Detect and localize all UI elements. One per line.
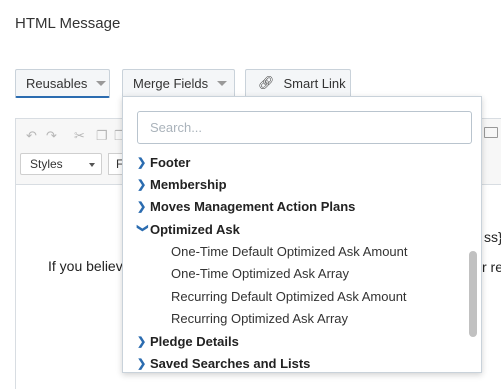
list-item-label: Recurring Default Optimized Ask Amount	[171, 288, 407, 304]
caret-down-icon	[96, 81, 107, 86]
redo-icon[interactable]: ↷	[46, 128, 57, 144]
merge-fields-label: Merge Fields	[133, 75, 209, 91]
chevron-right-icon: ❯	[137, 357, 147, 370]
list-item-membership[interactable]: ❯ Membership	[137, 173, 227, 195]
copy-icon[interactable]: ❐	[96, 128, 108, 144]
link-icon: 🔗︎	[258, 75, 275, 90]
chevron-right-icon: ❯	[137, 156, 147, 169]
styles-label: Styles	[30, 157, 63, 171]
list-item-optimized-ask[interactable]: ❯ Optimized Ask	[137, 218, 240, 240]
search-input[interactable]	[137, 111, 472, 144]
editor-body-text: If you believe	[48, 258, 131, 274]
list-item-field[interactable]: Recurring Default Optimized Ask Amount	[171, 285, 407, 307]
list-item-field[interactable]: Recurring Optimized Ask Array	[171, 307, 348, 329]
merge-fields-button[interactable]: Merge Fields	[122, 69, 235, 98]
scrollbar-thumb[interactable]	[469, 251, 477, 337]
list-item-moves-management[interactable]: ❯ Moves Management Action Plans	[137, 195, 355, 217]
list-item-label: Footer	[150, 154, 191, 170]
merge-fields-dropdown: ❯ Footer ❯ Membership ❯ Moves Management…	[122, 96, 482, 373]
chevron-right-icon: ❯	[137, 335, 147, 348]
image-icon[interactable]	[484, 127, 498, 138]
list-item-label: Saved Searches and Lists	[150, 355, 311, 371]
list-item-field[interactable]: One-Time Optimized Ask Array	[171, 262, 349, 284]
list-item-label: Membership	[150, 176, 227, 192]
cut-icon[interactable]: ✂	[74, 128, 85, 144]
list-item-footer[interactable]: ❯ Footer	[137, 151, 190, 173]
list-item-field[interactable]: One-Time Default Optimized Ask Amount	[171, 240, 408, 262]
reusables-label: Reusables	[26, 75, 88, 91]
reusables-button[interactable]: Reusables	[15, 69, 110, 98]
chevron-right-icon: ❯	[137, 178, 147, 191]
list-item-label: One-Time Optimized Ask Array	[171, 265, 349, 281]
caret-down-icon	[89, 163, 95, 167]
smart-link-label: Smart Link	[283, 75, 346, 91]
html-message-label: HTML Message	[15, 15, 121, 32]
styles-select[interactable]: Styles	[20, 153, 102, 175]
list-item-label: One-Time Default Optimized Ask Amount	[171, 243, 408, 259]
list-item-label: Moves Management Action Plans	[150, 198, 356, 214]
chevron-right-icon: ❯	[137, 200, 147, 213]
caret-down-icon	[217, 81, 228, 86]
editor-body-text-fragment: ss}	[484, 229, 501, 245]
list-item-pledge-details[interactable]: ❯ Pledge Details	[137, 330, 239, 352]
undo-icon[interactable]: ↶	[26, 128, 37, 144]
list-item-label: Pledge Details	[150, 333, 239, 349]
list-item-label: Optimized Ask	[150, 221, 240, 237]
chevron-down-icon: ❯	[136, 223, 149, 233]
smart-link-button[interactable]: 🔗︎ Smart Link	[245, 69, 351, 98]
list-item-label: Recurring Optimized Ask Array	[171, 310, 349, 326]
list-item-saved-searches[interactable]: ❯ Saved Searches and Lists	[137, 352, 310, 374]
editor-body-text-fragment: r re	[482, 259, 501, 275]
